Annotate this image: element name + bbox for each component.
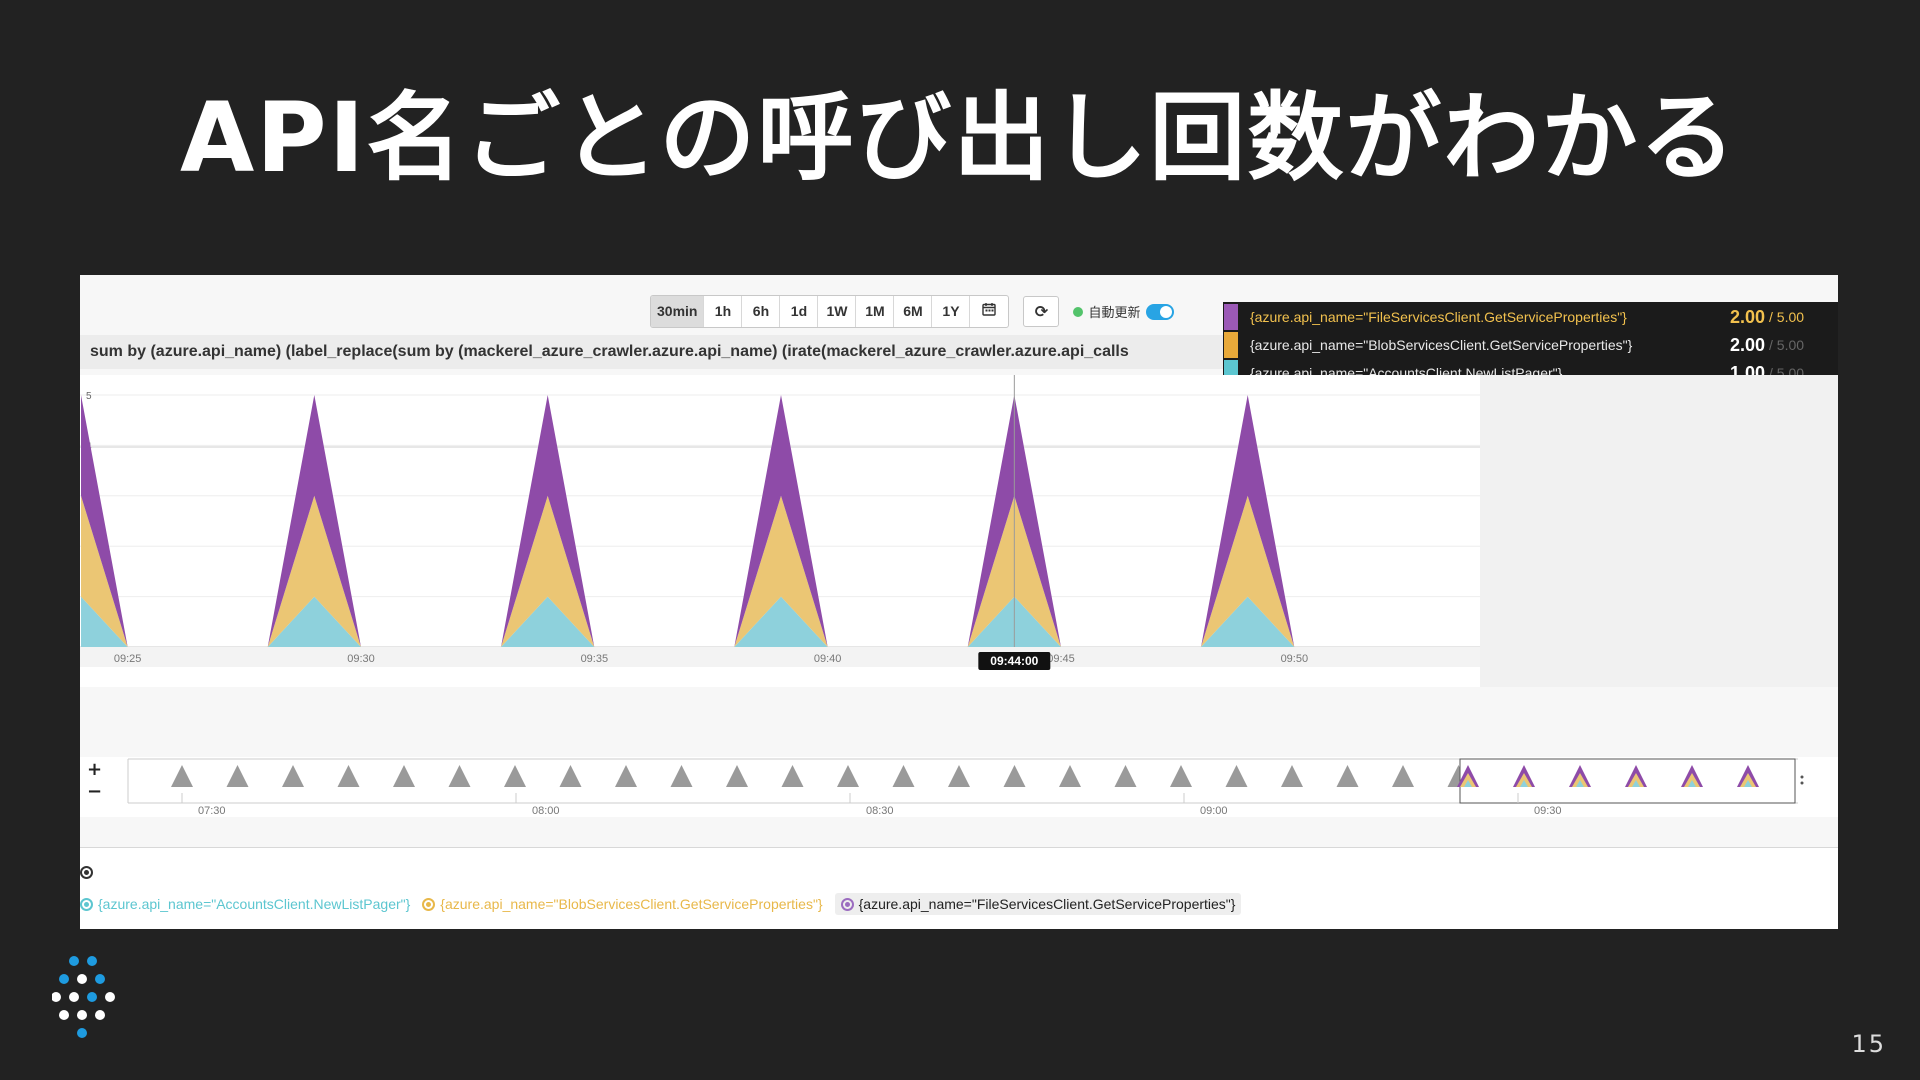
tooltip-max: / 5.00 [1769,309,1805,325]
navigator-handle-dot [1800,781,1804,785]
x-tick-label: 09:35 [581,653,609,665]
legend-item-accounts-client[interactable]: {azure.api_name="AccountsClient.NewListP… [80,896,410,912]
live-status-dot [1073,306,1084,317]
tooltip-row-blob-services: {azure.api_name="BlobServicesClient.GetS… [1223,331,1838,359]
refresh-icon: ⟳ [1034,302,1049,321]
legend-label: {azure.api_name="AccountsClient.NewListP… [98,896,411,912]
range-button-1w[interactable]: 1W [818,296,857,327]
radio-icon [80,897,93,911]
range-button-1y[interactable]: 1Y [932,296,971,327]
page-number: 15 [1851,1030,1886,1058]
legend-item-file-services[interactable]: {azure.api_name="FileServicesClient.GetS… [834,893,1242,915]
legend: {azure.api_name="AccountsClient.NewListP… [80,847,1838,929]
navigator-handle-dot [1800,775,1804,779]
range-button-6m[interactable]: 6M [894,296,933,327]
dot-grid-logo-icon [52,956,115,1038]
radio-all-icon[interactable] [80,866,93,879]
x-axis-band [80,647,1480,667]
refresh-button[interactable]: ⟳ [1023,296,1060,327]
dashboard-screenshot: 30min 1h 6h 1d 1W 1M 6M 1Y ⟳ 自動更新 sum by… [80,275,1838,929]
query-expression: sum by (azure.api_name) (label_replace(s… [80,335,1240,369]
calendar-icon[interactable] [970,296,1008,327]
x-tick-label: 09:40 [814,653,842,665]
x-tick-label: 09:30 [347,653,375,665]
crosshair-time-label: 09:44:00 [990,654,1038,668]
tooltip-value: 2.00 [1729,334,1765,355]
time-navigator[interactable]: 07:30 08:00 08:30 09:00 09:30 [80,757,1838,817]
range-button-6h[interactable]: 6h [742,296,781,327]
range-button-30min[interactable]: 30min [651,296,705,327]
radio-icon [422,897,436,911]
zoom-in-button[interactable]: + [87,759,102,780]
tooltip-series-name: {azure.api_name="BlobServicesClient.GetS… [1250,337,1633,353]
legend-item-blob-services[interactable]: {azure.api_name="BlobServicesClient.GetS… [422,896,823,912]
slide-title: API名ごとの呼び出し回数がわかる [180,82,1738,194]
navigator-tick-label: 09:30 [1534,805,1562,817]
tooltip-row-file-services: {azure.api_name="FileServicesClient.GetS… [1223,303,1838,331]
tooltip-series-name: {azure.api_name="FileServicesClient.GetS… [1250,309,1627,325]
plot-right-gutter [1480,375,1838,687]
auto-update-toggle[interactable] [1146,303,1175,320]
range-button-1m[interactable]: 1M [856,296,895,327]
navigator-tick-label: 09:00 [1200,805,1228,817]
radio-icon [840,897,854,911]
tooltip-swatch [1224,332,1238,358]
y-tick-label: 5 [86,391,92,402]
navigator-tick-label: 08:30 [866,805,894,817]
x-tick-label: 09:45 [1047,653,1075,665]
tooltip-swatch [1224,304,1238,330]
x-tick-label: 09:25 [114,653,142,665]
tooltip-value: 2.00 [1729,306,1765,327]
auto-update-label: 自動更新 [1088,306,1141,321]
legend-label: {azure.api_name="FileServicesClient.GetS… [858,896,1236,912]
navigator-tick-label: 07:30 [198,805,226,817]
time-range-selector: 30min 1h 6h 1d 1W 1M 6M 1Y [650,295,1010,328]
navigator-tick-label: 08:00 [532,805,560,817]
stacked-area-chart[interactable]: 01234509:2509:3009:3509:4009:4509:5009:4… [80,375,1838,687]
x-tick-label: 09:50 [1281,653,1309,665]
range-button-1d[interactable]: 1d [780,296,819,327]
auto-update-control: 自動更新 [1073,302,1175,321]
tooltip-max: / 5.00 [1769,337,1805,353]
range-button-1h[interactable]: 1h [704,296,743,327]
legend-list: {azure.api_name="AccountsClient.NewListP… [80,893,1253,915]
legend-label: {azure.api_name="BlobServicesClient.GetS… [440,896,823,912]
zoom-out-button[interactable]: − [87,781,102,802]
toolbar: 30min 1h 6h 1d 1W 1M 6M 1Y ⟳ 自動更新 [650,295,1175,328]
